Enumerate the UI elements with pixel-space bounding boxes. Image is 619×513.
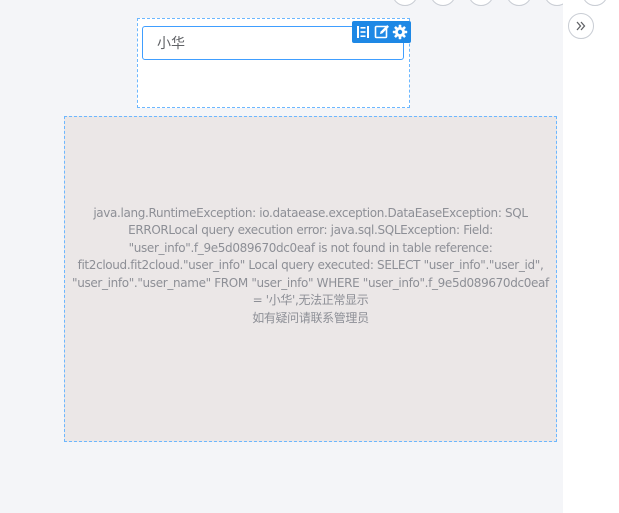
- dashboard-canvas: java.lang.RuntimeException: io.dataease.…: [0, 0, 570, 513]
- chart-widget[interactable]: java.lang.RuntimeException: io.dataease.…: [64, 116, 557, 442]
- double-chevron-right-icon: [576, 21, 586, 31]
- settings-icon[interactable]: [392, 24, 408, 40]
- field-mapping-icon[interactable]: [355, 24, 371, 40]
- toolbar-circle-button[interactable]: [506, 0, 532, 6]
- text-filter-widget[interactable]: [137, 18, 411, 108]
- error-text: java.lang.RuntimeException: io.dataease.…: [72, 205, 549, 308]
- toolbar-circle-button[interactable]: [468, 0, 494, 6]
- expand-panel-button[interactable]: [568, 13, 594, 39]
- toolbar-circle-button[interactable]: [392, 0, 418, 6]
- chart-error-message: java.lang.RuntimeException: io.dataease.…: [66, 205, 556, 328]
- toolbar-circle-button[interactable]: [582, 0, 608, 6]
- contact-admin-text: 如有疑问请联系管理员: [252, 310, 369, 325]
- toolbar-circle-button[interactable]: [430, 0, 456, 6]
- edit-icon[interactable]: [374, 24, 390, 40]
- right-panel: [563, 0, 619, 513]
- widget-toolbar: [352, 21, 411, 43]
